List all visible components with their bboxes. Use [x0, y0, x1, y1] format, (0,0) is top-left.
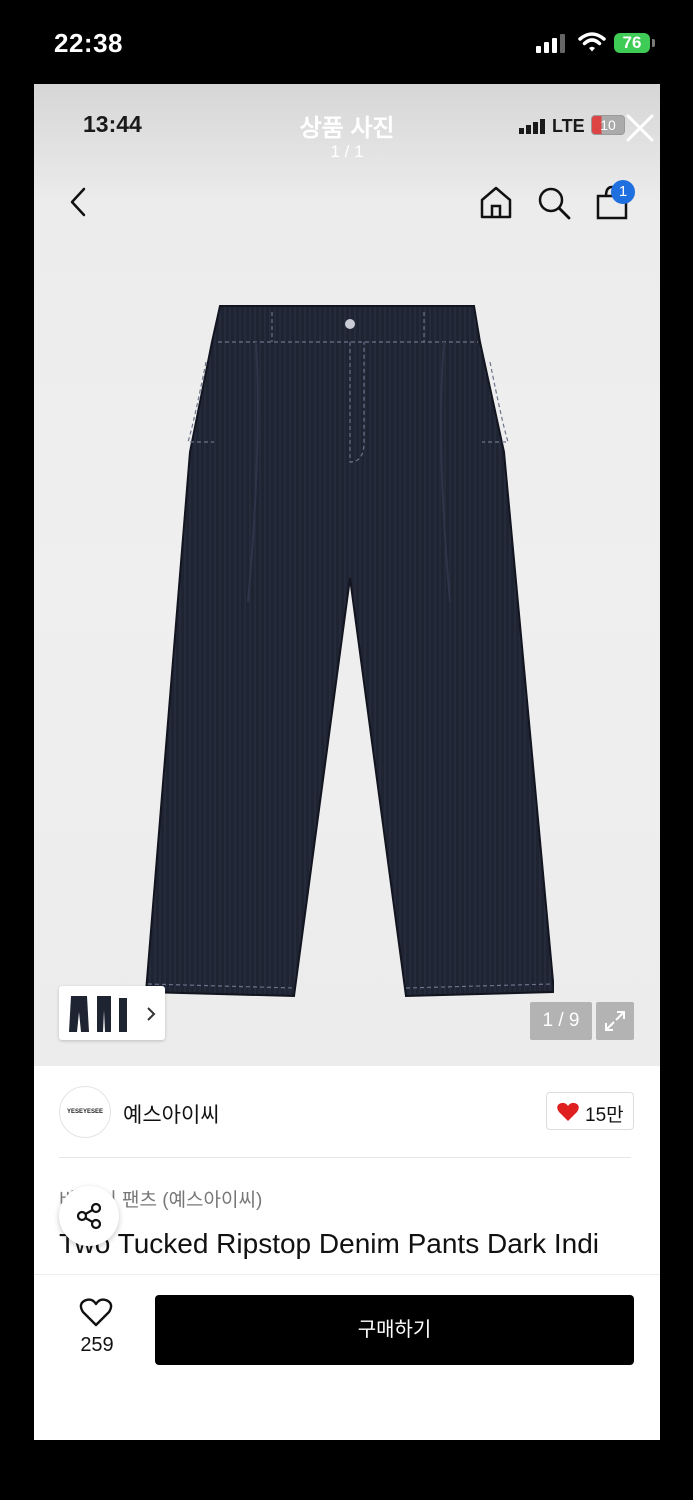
wish-count: 259	[80, 1334, 114, 1356]
brand-logo[interactable]: YESEYESEE	[59, 1086, 111, 1138]
thumbnail-strip[interactable]	[59, 986, 165, 1040]
viewer-count: 1 / 1	[330, 142, 364, 161]
cart-badge: 1	[611, 180, 635, 204]
expand-button[interactable]	[596, 1002, 634, 1040]
status-time: 22:38	[54, 28, 123, 58]
battery-indicator: 76	[614, 33, 650, 53]
product-photo-viewer[interactable]: 13:44 LTE 10 상품 사진 1 / 1 1 1 / 9	[34, 84, 660, 1066]
battery-nub	[652, 39, 655, 47]
chevron-right-icon	[147, 1007, 156, 1021]
heart-filled-icon	[557, 1102, 579, 1121]
product-image	[144, 305, 554, 998]
brand-name[interactable]: 예스아이씨	[123, 1099, 220, 1129]
buy-button[interactable]: 구매하기	[155, 1295, 634, 1365]
outer-status-bar: 22:38 76	[0, 0, 693, 84]
home-icon[interactable]	[478, 184, 514, 220]
product-title: Two Tucked Ripstop Denim Pants Dark Indi	[59, 1228, 600, 1259]
embedded-screen: 13:44 LTE 10 상품 사진 1 / 1 1 1 / 9 YESEYES…	[34, 84, 660, 1440]
cellular-signal-icon	[536, 34, 565, 53]
share-icon	[76, 1202, 102, 1230]
close-icon[interactable]	[624, 112, 656, 144]
share-button[interactable]	[59, 1186, 119, 1246]
viewer-title: 상품 사진	[299, 115, 395, 142]
thumbnail-image	[69, 996, 127, 1032]
page-indicator: 1 / 9	[530, 1002, 592, 1040]
divider	[59, 1157, 631, 1158]
expand-icon	[605, 1011, 625, 1031]
search-icon[interactable]	[536, 185, 572, 221]
heart-outline-icon[interactable]	[79, 1298, 113, 1328]
wifi-icon	[578, 32, 606, 52]
brand-like-button[interactable]: 15만	[546, 1092, 634, 1130]
back-chevron-icon[interactable]	[68, 186, 90, 218]
brand-like-count: 15만	[585, 1105, 624, 1126]
